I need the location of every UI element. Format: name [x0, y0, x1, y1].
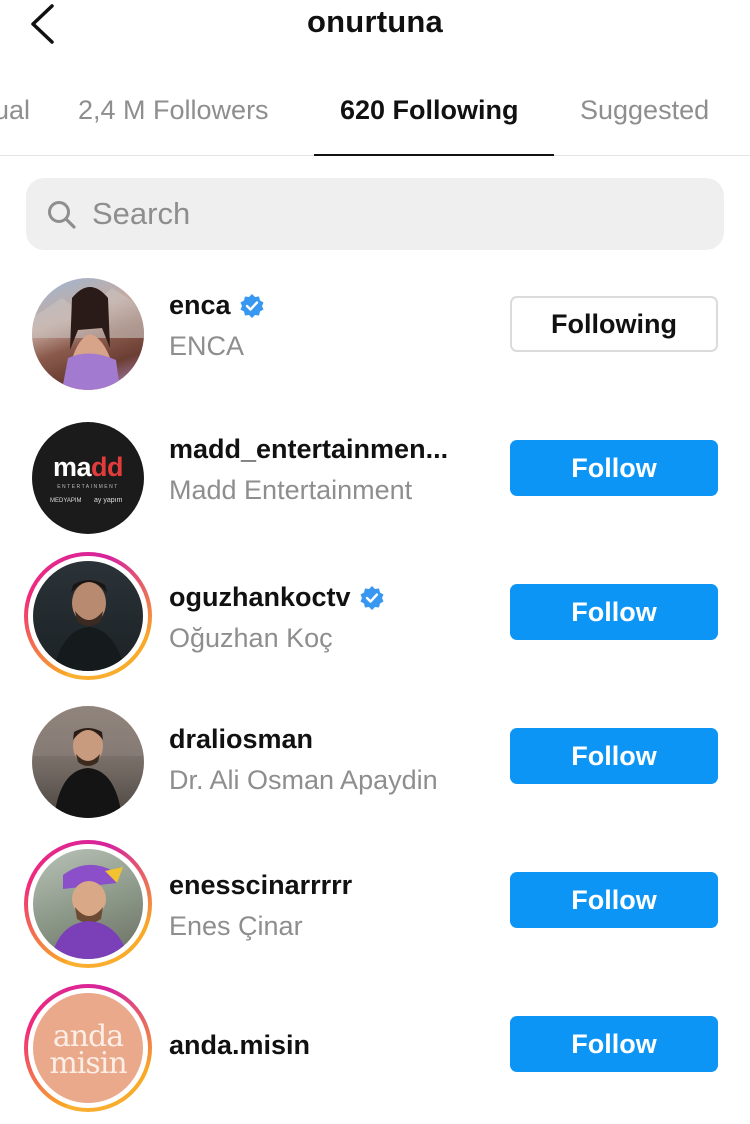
avatar[interactable]: [24, 270, 152, 398]
tab-mutual[interactable]: ual: [0, 95, 30, 126]
list-item: madd ENTERTAINMENT MEDYAPIM ay yapım mad…: [0, 414, 750, 554]
tab-suggested[interactable]: Suggested: [580, 95, 709, 126]
search-input[interactable]: [92, 190, 692, 238]
username[interactable]: oguzhankoctv: [169, 582, 489, 613]
avatar[interactable]: [30, 704, 146, 820]
avatar-story-ring[interactable]: anda misin: [24, 984, 152, 1112]
username[interactable]: enca: [169, 290, 489, 321]
full-name: ENCA: [169, 331, 245, 361]
anda-misin-logo: anda misin: [33, 993, 143, 1103]
follow-button[interactable]: Follow: [510, 1016, 718, 1072]
follow-button[interactable]: Follow: [510, 728, 718, 784]
tab-followers[interactable]: 2,4 M Followers: [78, 95, 269, 126]
tab-following[interactable]: 620 Following: [340, 95, 519, 126]
following-button[interactable]: Following: [510, 296, 718, 352]
page-title: onurtuna: [307, 4, 443, 39]
avatar[interactable]: madd ENTERTAINMENT MEDYAPIM ay yapım: [24, 414, 152, 542]
follow-button[interactable]: Follow: [510, 872, 718, 928]
top-bar: onurtuna: [0, 0, 750, 55]
username[interactable]: draliosman: [169, 724, 489, 755]
username[interactable]: madd_entertainmen...: [169, 434, 489, 465]
username[interactable]: enesscinarrrrr: [169, 870, 489, 901]
active-tab-indicator: [314, 154, 554, 156]
list-item: anda misin anda.misin Follow: [0, 984, 750, 1124]
full-name: Oğuzhan Koç: [169, 623, 333, 653]
username[interactable]: anda.misin: [169, 1030, 489, 1061]
search-bar[interactable]: [26, 178, 724, 250]
full-name: Madd Entertainment: [169, 475, 413, 505]
follow-button[interactable]: Follow: [510, 584, 718, 640]
list-item: draliosman Dr. Ali Osman Apaydin Follow: [0, 702, 750, 842]
follow-button[interactable]: Follow: [510, 440, 718, 496]
verified-badge-icon: [360, 585, 384, 610]
list-item: enca ENCA Following: [0, 270, 750, 410]
madd-logo: madd ENTERTAINMENT MEDYAPIM ay yapım: [32, 422, 144, 534]
avatar-story-ring[interactable]: [24, 840, 152, 968]
avatar-story-ring[interactable]: [24, 552, 152, 680]
list-item: oguzhankoctv Oğuzhan Koç Follow: [0, 552, 750, 692]
tab-bar: ual 2,4 M Followers 620 Following Sugges…: [0, 70, 750, 156]
full-name: Dr. Ali Osman Apaydin: [169, 765, 438, 795]
list-item: enesscinarrrrr Enes Çinar Follow: [0, 840, 750, 980]
search-icon: [48, 201, 76, 229]
verified-badge-icon: [240, 293, 264, 318]
full-name: Enes Çinar: [169, 911, 303, 941]
